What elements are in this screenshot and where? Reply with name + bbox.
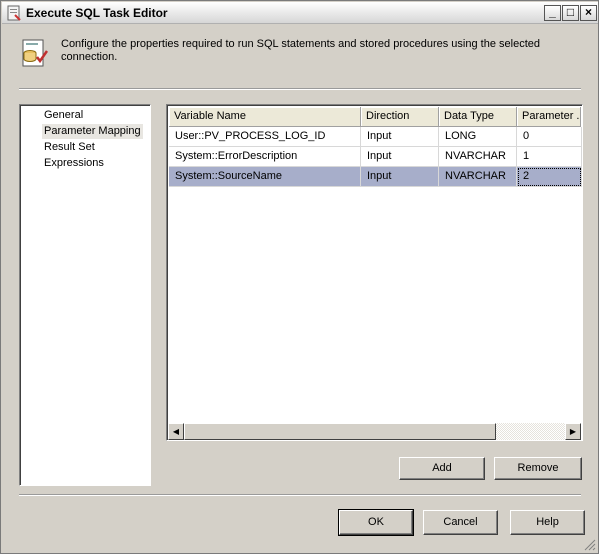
header-description: Configure the properties required to run… xyxy=(61,38,540,63)
add-button[interactable]: Add xyxy=(399,457,485,480)
title-bar[interactable]: Execute SQL Task Editor _ □ × xyxy=(2,2,598,24)
nav-item-parameter-mapping[interactable]: Parameter Mapping xyxy=(42,124,143,139)
parameter-mapping-grid: Variable Name Direction Data Type Parame… xyxy=(166,104,583,441)
scroll-left-icon[interactable]: ◀ xyxy=(168,423,184,440)
ok-button[interactable]: OK xyxy=(338,509,414,536)
cell-parameter-name[interactable]: 1 xyxy=(517,147,582,167)
task-editor-icon xyxy=(7,5,21,21)
table-row-selected[interactable]: System::SourceName Input NVARCHAR 2 xyxy=(169,167,582,187)
column-header-parameter-name[interactable]: Parameter ... xyxy=(517,107,581,127)
horizontal-scrollbar[interactable]: ◀ ▶ xyxy=(168,423,581,440)
cell-variable-name[interactable]: User::PV_PROCESS_LOG_ID xyxy=(169,127,361,147)
table-row[interactable]: User::PV_PROCESS_LOG_ID Input LONG 0 xyxy=(169,127,582,147)
nav-item-expressions[interactable]: Expressions xyxy=(43,156,105,171)
footer-divider xyxy=(19,494,581,496)
cell-variable-name[interactable]: System::SourceName xyxy=(169,167,361,187)
nav-item-general[interactable]: General xyxy=(43,108,84,123)
cell-parameter-name[interactable]: 2 xyxy=(517,167,582,187)
scroll-right-icon[interactable]: ▶ xyxy=(565,423,581,440)
cell-parameter-name[interactable]: 0 xyxy=(517,127,582,147)
column-header-variable-name[interactable]: Variable Name xyxy=(169,107,361,127)
navigation-pane: General Parameter Mapping Result Set Exp… xyxy=(19,104,151,486)
table-row[interactable]: System::ErrorDescription Input NVARCHAR … xyxy=(169,147,582,167)
cancel-button[interactable]: Cancel xyxy=(423,510,498,535)
sql-task-icon xyxy=(22,39,49,67)
cell-data-type[interactable]: NVARCHAR xyxy=(439,167,517,187)
minimize-button[interactable]: _ xyxy=(544,5,561,21)
header-divider xyxy=(19,88,581,90)
scrollbar-thumb[interactable] xyxy=(184,423,496,440)
window-title: Execute SQL Task Editor xyxy=(26,6,168,20)
maximize-button[interactable]: □ xyxy=(562,5,579,21)
help-button[interactable]: Help xyxy=(510,510,585,535)
cell-data-type[interactable]: LONG xyxy=(439,127,517,147)
close-button[interactable]: × xyxy=(580,5,597,21)
cell-direction[interactable]: Input xyxy=(361,147,439,167)
cell-data-type[interactable]: NVARCHAR xyxy=(439,147,517,167)
execute-sql-task-editor-window: Execute SQL Task Editor _ □ × Configure … xyxy=(0,0,599,554)
column-header-data-type[interactable]: Data Type xyxy=(439,107,517,127)
cell-direction[interactable]: Input xyxy=(361,127,439,147)
cell-direction[interactable]: Input xyxy=(361,167,439,187)
resize-grip-icon[interactable] xyxy=(584,539,596,551)
cell-variable-name[interactable]: System::ErrorDescription xyxy=(169,147,361,167)
remove-button[interactable]: Remove xyxy=(494,457,582,480)
nav-item-result-set[interactable]: Result Set xyxy=(43,140,96,155)
column-header-direction[interactable]: Direction xyxy=(361,107,439,127)
